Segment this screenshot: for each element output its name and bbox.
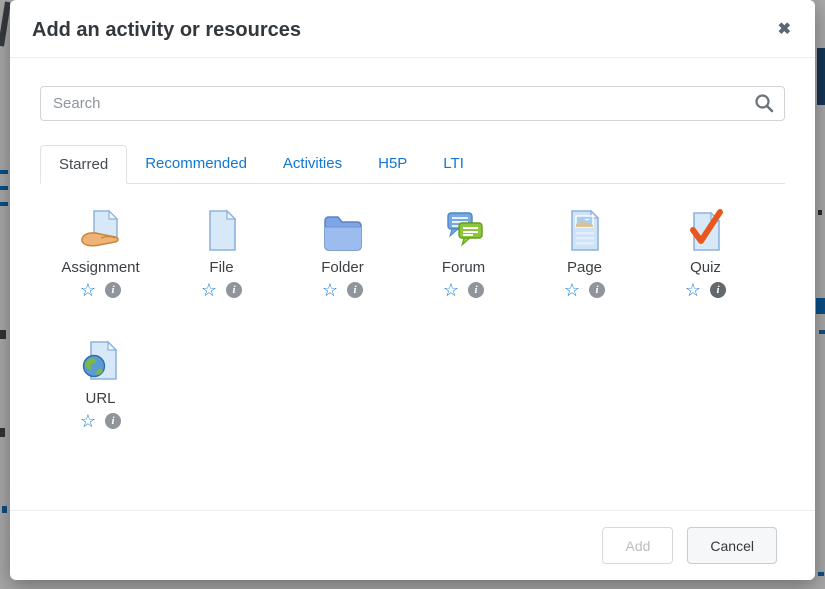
tab-h5p[interactable]: H5P: [360, 145, 425, 184]
modal-title: Add an activity or resources: [32, 19, 301, 42]
tab-recommended[interactable]: Recommended: [127, 145, 265, 184]
search-icon[interactable]: [753, 92, 775, 114]
star-icon[interactable]: ☆: [564, 281, 580, 299]
folder-icon[interactable]: [321, 206, 365, 254]
star-icon[interactable]: ☆: [443, 281, 459, 299]
info-icon[interactable]: i: [226, 282, 242, 298]
modal-footer: Add Cancel: [10, 510, 815, 580]
module-label[interactable]: URL: [85, 390, 115, 407]
module-assignment[interactable]: Assignment ☆ i: [40, 206, 161, 299]
module-folder[interactable]: Folder ☆ i: [282, 206, 403, 299]
star-icon[interactable]: ☆: [322, 281, 338, 299]
star-icon[interactable]: ☆: [80, 412, 96, 430]
module-label[interactable]: File: [209, 259, 233, 276]
module-actions: ☆ i: [322, 281, 363, 299]
module-quiz[interactable]: Quiz ☆ i: [645, 206, 766, 299]
info-glyph: i: [354, 284, 357, 296]
forum-icon[interactable]: [442, 206, 486, 254]
tab-lti[interactable]: LTI: [425, 145, 482, 184]
module-actions: ☆ i: [685, 281, 726, 299]
module-actions: ☆ i: [201, 281, 242, 299]
module-forum[interactable]: Forum ☆ i: [403, 206, 524, 299]
url-icon[interactable]: [79, 337, 123, 385]
module-page[interactable]: Page ☆ i: [524, 206, 645, 299]
module-label[interactable]: Assignment: [61, 259, 139, 276]
info-glyph: i: [233, 284, 236, 296]
info-glyph: i: [112, 415, 115, 427]
close-icon[interactable]: ✖: [770, 18, 799, 42]
info-icon[interactable]: i: [347, 282, 363, 298]
info-icon[interactable]: i: [105, 413, 121, 429]
cancel-button[interactable]: Cancel: [687, 527, 777, 564]
module-actions: ☆ i: [443, 281, 484, 299]
modal-header: Add an activity or resources ✖: [10, 0, 815, 58]
search-input[interactable]: [40, 86, 785, 121]
modal-body: Starred Recommended Activities H5P LTI A…: [10, 58, 815, 510]
module-actions: ☆ i: [80, 281, 121, 299]
module-actions: ☆ i: [80, 412, 121, 430]
info-icon[interactable]: i: [710, 282, 726, 298]
module-file[interactable]: File ☆ i: [161, 206, 282, 299]
assignment-icon[interactable]: [79, 206, 123, 254]
add-button[interactable]: Add: [602, 527, 673, 564]
tab-starred[interactable]: Starred: [40, 145, 127, 184]
quiz-icon[interactable]: [684, 206, 728, 254]
module-label[interactable]: Quiz: [690, 259, 721, 276]
module-grid: Assignment ☆ i File ☆ i: [40, 184, 785, 468]
module-actions: ☆ i: [564, 281, 605, 299]
info-glyph: i: [112, 284, 115, 296]
info-icon[interactable]: i: [589, 282, 605, 298]
star-icon[interactable]: ☆: [80, 281, 96, 299]
star-icon[interactable]: ☆: [201, 281, 217, 299]
module-label[interactable]: Forum: [442, 259, 485, 276]
tab-activities[interactable]: Activities: [265, 145, 360, 184]
module-url[interactable]: URL ☆ i: [40, 337, 161, 430]
add-activity-modal: Add an activity or resources ✖ Starred R…: [10, 0, 815, 580]
modal-tabs: Starred Recommended Activities H5P LTI: [40, 145, 785, 184]
info-icon[interactable]: i: [105, 282, 121, 298]
search-bar: [40, 86, 785, 121]
star-icon[interactable]: ☆: [685, 281, 701, 299]
info-glyph: i: [717, 284, 720, 296]
module-label[interactable]: Page: [567, 259, 602, 276]
page-icon[interactable]: [563, 206, 607, 254]
module-label[interactable]: Folder: [321, 259, 364, 276]
info-glyph: i: [596, 284, 599, 296]
file-icon[interactable]: [200, 206, 244, 254]
info-glyph: i: [475, 284, 478, 296]
info-icon[interactable]: i: [468, 282, 484, 298]
